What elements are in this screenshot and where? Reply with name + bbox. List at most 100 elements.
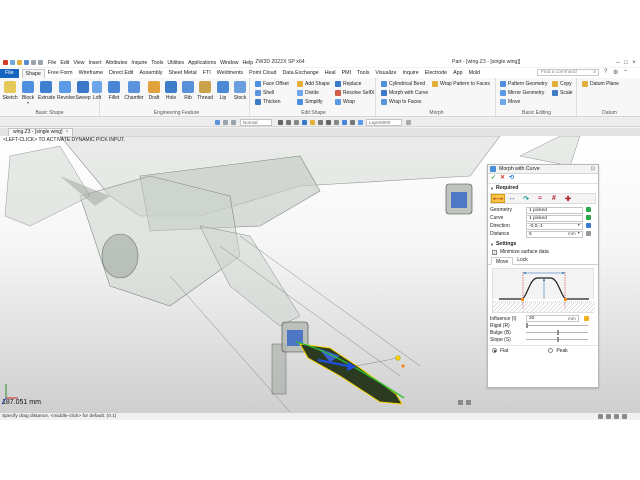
close-icon[interactable]: × xyxy=(630,60,638,66)
layer-manager-icon[interactable] xyxy=(406,120,411,125)
datum-plane-button[interactable]: Datum Plane xyxy=(582,80,619,88)
select-icon[interactable] xyxy=(231,120,236,125)
direction-field[interactable]: -0,0,-1 xyxy=(526,222,583,230)
tab-visualize[interactable]: Visualize xyxy=(372,69,399,78)
tab-direct-edit[interactable]: Direct Edit xyxy=(106,69,136,78)
cylindrical-bend-button[interactable]: Cylindrical Bend xyxy=(381,80,425,88)
open-icon[interactable] xyxy=(17,60,22,65)
wrap-pattern-to-faces-button[interactable]: Wrap Pattern to Faces xyxy=(432,80,490,88)
menu-edit[interactable]: Edit xyxy=(60,60,69,66)
wrap-button[interactable]: Wrap xyxy=(335,98,355,106)
add-shape-button[interactable]: Add Shape xyxy=(297,80,330,88)
slope-slider-handle[interactable] xyxy=(557,337,559,342)
search-input[interactable]: Find a command ⌕ xyxy=(537,69,599,76)
thicken-button[interactable]: Thicken xyxy=(255,98,281,106)
light-icon[interactable] xyxy=(350,120,355,125)
tab-point-cloud[interactable]: Point Cloud xyxy=(246,69,279,78)
menu-attributes[interactable]: Attributes xyxy=(105,60,127,66)
mode-stretch-icon[interactable]: ⟷ xyxy=(491,194,505,203)
pick-icon[interactable] xyxy=(223,120,228,125)
menu-inquire[interactable]: Inquire xyxy=(131,60,147,66)
tab-tools[interactable]: Tools xyxy=(354,69,372,78)
draft-button[interactable]: Draft xyxy=(146,81,162,101)
sweep-button[interactable]: Sweep xyxy=(75,81,91,101)
menu-help[interactable]: Help xyxy=(243,60,254,66)
status-icon-1[interactable] xyxy=(598,414,603,419)
tab-mold[interactable]: Mold xyxy=(466,69,483,78)
save-icon[interactable] xyxy=(24,60,29,65)
peak-radio[interactable] xyxy=(548,348,554,353)
hidden-line-icon[interactable] xyxy=(294,120,299,125)
distance-options-icon[interactable] xyxy=(586,231,591,236)
direction-flip-icon[interactable] xyxy=(586,223,591,228)
geometry-field[interactable]: 1 picked xyxy=(526,206,583,214)
mirror-geometry-button[interactable]: Mirror Geometry xyxy=(500,89,544,97)
color-icon[interactable] xyxy=(358,120,363,125)
stock-button[interactable]: Stock xyxy=(232,81,248,101)
wrap-to-faces-button[interactable]: Wrap to Faces xyxy=(381,98,421,106)
tab-fti[interactable]: FTI xyxy=(200,69,214,78)
shell-button[interactable]: Shell xyxy=(255,89,274,97)
flat-radio[interactable] xyxy=(492,348,497,353)
hole-button[interactable]: Hole xyxy=(163,81,179,101)
required-section[interactable]: ▼ Required xyxy=(488,184,598,192)
sketch-button[interactable]: Sketch xyxy=(2,81,18,101)
thread-button[interactable]: Thread xyxy=(197,81,213,101)
menu-view[interactable]: View xyxy=(73,60,84,66)
curve-pick-icon[interactable] xyxy=(586,215,591,220)
pan-icon[interactable] xyxy=(318,120,323,125)
menu-window[interactable]: Window xyxy=(220,60,238,66)
section-icon[interactable] xyxy=(334,120,339,125)
divide-button[interactable]: Divide xyxy=(297,89,319,97)
ok-icon[interactable]: ✓ xyxy=(490,175,497,182)
rigid-slider-handle[interactable] xyxy=(526,323,528,328)
resolve-selfx-button[interactable]: Resolve SelfX xyxy=(335,89,374,97)
shaded-icon[interactable] xyxy=(278,120,283,125)
scale-button[interactable]: Scale xyxy=(552,89,573,97)
revolve-button[interactable]: Revolve xyxy=(57,81,75,101)
settings-icon[interactable]: ⚙ xyxy=(613,69,618,76)
fillet-button[interactable]: Fillet xyxy=(106,81,122,101)
tab-app[interactable]: App xyxy=(450,69,465,78)
tab-wireframe[interactable]: Wireframe xyxy=(76,69,106,78)
mode-wave-icon[interactable]: ≈ xyxy=(533,194,547,203)
menu-applications[interactable]: Applications xyxy=(188,60,216,66)
status-icon-2[interactable] xyxy=(606,414,611,419)
minimize-surface-checkbox[interactable]: ✓ xyxy=(492,249,497,255)
menu-file[interactable]: File xyxy=(48,60,56,66)
layer-select[interactable]: Layer0000 xyxy=(366,119,402,126)
subtab-lock[interactable]: Lock xyxy=(513,256,532,264)
subtab-move[interactable]: Move xyxy=(491,257,514,265)
collapse-ribbon-icon[interactable]: ⌃ xyxy=(623,69,628,76)
tab-inquire[interactable]: Inquire xyxy=(400,69,422,78)
extrude-button[interactable]: Extrude xyxy=(38,81,55,101)
pattern-geometry-button[interactable]: Pattern Geometry xyxy=(500,80,547,88)
loft-button[interactable]: Loft xyxy=(91,81,103,101)
menu-insert[interactable]: Insert xyxy=(88,60,101,66)
tab-sheet-metal[interactable]: Sheet Metal xyxy=(165,69,199,78)
face-offset-button[interactable]: Face Offset xyxy=(255,80,289,88)
direction-dropdown-icon[interactable]: ▼ xyxy=(577,223,580,227)
copy-button[interactable]: Copy xyxy=(552,80,572,88)
mode-twist-icon[interactable]: ↷ xyxy=(519,194,533,203)
menu-utilities[interactable]: Utilities xyxy=(167,60,184,66)
simplify-button[interactable]: Simplify xyxy=(297,98,323,106)
tab-electrode[interactable]: Electrode xyxy=(422,69,450,78)
settings-section[interactable]: ▼ Settings xyxy=(488,240,598,248)
filter-icon[interactable] xyxy=(215,120,220,125)
help-icon[interactable]: ? xyxy=(604,69,607,75)
distance-dropdown-icon[interactable]: ▼ xyxy=(577,231,580,235)
document-tab[interactable]: wing.Z3 - [single wing] × xyxy=(8,128,74,136)
move-button[interactable]: Move xyxy=(500,98,520,106)
maximize-icon[interactable]: □ xyxy=(622,60,630,66)
display-icon[interactable] xyxy=(342,120,347,125)
app-logo-icon[interactable] xyxy=(3,60,8,65)
tab-shape[interactable]: Shape xyxy=(21,69,45,78)
redo-icon[interactable] xyxy=(38,60,43,65)
render-mode-select[interactable]: Normal xyxy=(240,119,272,126)
pin-icon[interactable]: ⊡ xyxy=(591,166,595,172)
morph-with-curve-button[interactable]: Morph with Curve xyxy=(381,89,428,97)
minimize-icon[interactable]: – xyxy=(614,60,622,66)
menu-tools[interactable]: Tools xyxy=(151,60,163,66)
status-icon-3[interactable] xyxy=(614,414,619,419)
